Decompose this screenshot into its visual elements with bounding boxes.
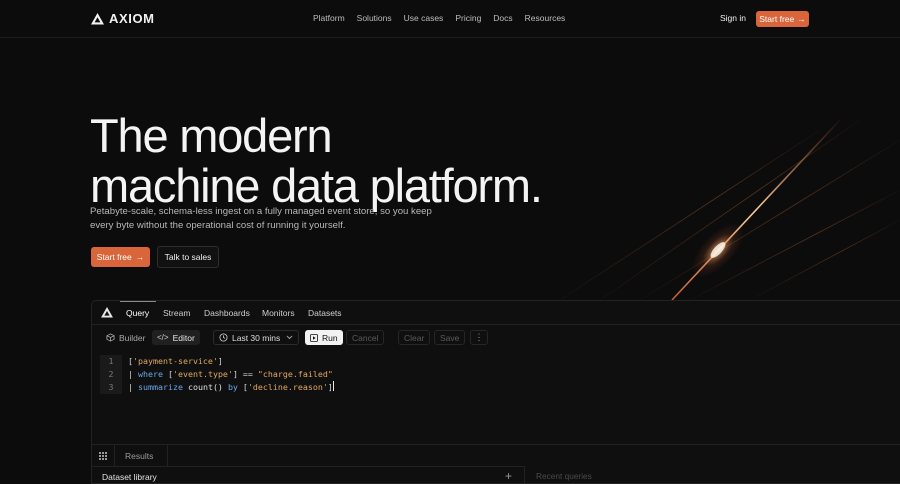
code-token-function: count() (182, 382, 228, 392)
code-line: 2 | where ['event.type'] == "charge.fail… (92, 368, 512, 381)
editor-mode-button[interactable]: </> Editor (152, 330, 200, 345)
code-token-string: 'decline.reason' (247, 382, 328, 392)
sign-in-link[interactable]: Sign in (720, 13, 746, 23)
run-button[interactable]: Run (305, 330, 343, 345)
main-menu: Platform Solutions Use cases Pricing Doc… (313, 13, 565, 23)
cube-icon (106, 333, 115, 342)
plus-icon[interactable]: + (505, 469, 512, 483)
tab-datasets[interactable]: Datasets (308, 308, 342, 318)
nav-start-free-button[interactable]: Start free → (756, 11, 809, 27)
code-text: | summarize count() by ['decline.reason'… (128, 381, 334, 394)
app-tab-bar: Query Stream Dashboards Monitors Dataset… (92, 301, 900, 325)
code-token-keyword: where (138, 369, 163, 379)
play-icon (310, 333, 318, 342)
line-number: 1 (100, 355, 122, 368)
dataset-library-header: Dataset library + (92, 466, 525, 484)
builder-mode-button[interactable]: Builder (106, 330, 145, 345)
code-line: 1 ['payment-service'] (92, 355, 512, 368)
tab-stream[interactable]: Stream (163, 308, 190, 318)
run-label: Run (322, 332, 338, 343)
cancel-button[interactable]: Cancel (346, 330, 385, 345)
menu-item-solutions[interactable]: Solutions (357, 13, 392, 23)
recent-queries-label: Recent queries (536, 471, 592, 481)
menu-item-platform[interactable]: Platform (313, 13, 345, 23)
clock-icon (219, 333, 228, 342)
talk-to-sales-button[interactable]: Talk to sales (157, 246, 219, 268)
axiom-logo-icon (91, 12, 104, 24)
line-number: 3 (100, 381, 122, 394)
chevron-down-icon (286, 335, 293, 340)
cancel-label: Cancel (352, 332, 379, 343)
text-cursor (332, 381, 334, 391)
brand-logo[interactable]: AXIOM (91, 11, 155, 26)
grid-view-button[interactable] (92, 445, 115, 466)
divider (167, 445, 168, 466)
clear-button[interactable]: Clear (398, 330, 431, 345)
code-token: ] (217, 356, 223, 366)
menu-item-use-cases[interactable]: Use cases (404, 13, 444, 23)
hero-subtitle: Petabyte-scale, schema-less ingest on a … (90, 205, 450, 233)
hero-start-free-label: Start free (96, 252, 132, 262)
grid-icon (99, 451, 107, 460)
query-editor[interactable]: 1 ['payment-service'] 2 | where ['event.… (92, 353, 900, 443)
results-panel: Results Dataset library + Recent queries (92, 444, 900, 484)
tab-query[interactable]: Query (126, 308, 149, 318)
tab-monitors[interactable]: Monitors (262, 308, 295, 318)
query-toolbar: Builder </> Editor Last 30 mins Run Canc… (92, 326, 900, 348)
nav-start-free-label: Start free (759, 14, 795, 24)
hero-title-line-1: The modern (90, 109, 333, 162)
clear-label: Clear (404, 332, 425, 343)
active-tab-indicator (120, 301, 156, 302)
save-button[interactable]: Save (434, 330, 466, 345)
code-token-string: 'event.type' (172, 369, 233, 379)
landing-page: AXIOM Platform Solutions Use cases Prici… (0, 0, 900, 484)
code-token: [ (162, 369, 173, 379)
query-app-preview: Query Stream Dashboards Monitors Dataset… (91, 300, 900, 484)
time-range-select[interactable]: Last 30 mins (213, 330, 299, 345)
tab-results[interactable]: Results (125, 451, 153, 461)
code-token-string: 'payment-service' (133, 356, 218, 366)
code-token-keyword: by (227, 382, 238, 392)
hero-subtitle-line-1: Petabyte-scale, schema-less ingest on a … (90, 206, 432, 217)
top-nav: AXIOM Platform Solutions Use cases Prici… (0, 0, 900, 38)
hero-title-line-2: machine data platform. (90, 159, 543, 212)
menu-item-pricing[interactable]: Pricing (455, 13, 481, 23)
arrow-right-icon: → (797, 14, 806, 24)
more-options-button[interactable]: ⋮ (470, 330, 488, 345)
talk-to-sales-label: Talk to sales (164, 252, 212, 262)
axiom-logo-icon[interactable] (101, 307, 113, 318)
line-number: 2 (100, 368, 122, 381)
code-text: ['payment-service'] (128, 355, 223, 368)
hero-subtitle-line-2: every byte without the operational cost … (90, 220, 346, 231)
tab-dashboards[interactable]: Dashboards (204, 308, 250, 318)
code-token: ] == (232, 369, 258, 379)
code-token: | (128, 382, 138, 392)
time-range-value-wrap: Last 30 mins (219, 333, 280, 343)
code-token-string: "charge.failed" (257, 369, 333, 379)
hero-title: The modern machine data platform. (90, 111, 610, 211)
code-icon: </> (157, 333, 169, 342)
save-label: Save (440, 332, 460, 343)
menu-item-docs[interactable]: Docs (493, 13, 512, 23)
time-range-value: Last 30 mins (232, 332, 281, 343)
editor-label: Editor (172, 332, 195, 343)
brand-name: AXIOM (109, 11, 155, 26)
menu-item-resources[interactable]: Resources (525, 13, 566, 23)
more-vertical-icon: ⋮ (474, 332, 484, 342)
code-token: | (128, 369, 138, 379)
dataset-library-label: Dataset library (102, 472, 157, 482)
builder-label: Builder (119, 332, 146, 343)
code-text: | where ['event.type'] == "charge.failed… (128, 368, 333, 381)
code-token: [ (237, 382, 248, 392)
code-line: 3 | summarize count() by ['decline.reaso… (92, 381, 512, 394)
code-token-keyword: summarize (138, 382, 183, 392)
arrow-right-icon: → (135, 252, 145, 262)
hero-start-free-button[interactable]: Start free → (91, 247, 150, 267)
